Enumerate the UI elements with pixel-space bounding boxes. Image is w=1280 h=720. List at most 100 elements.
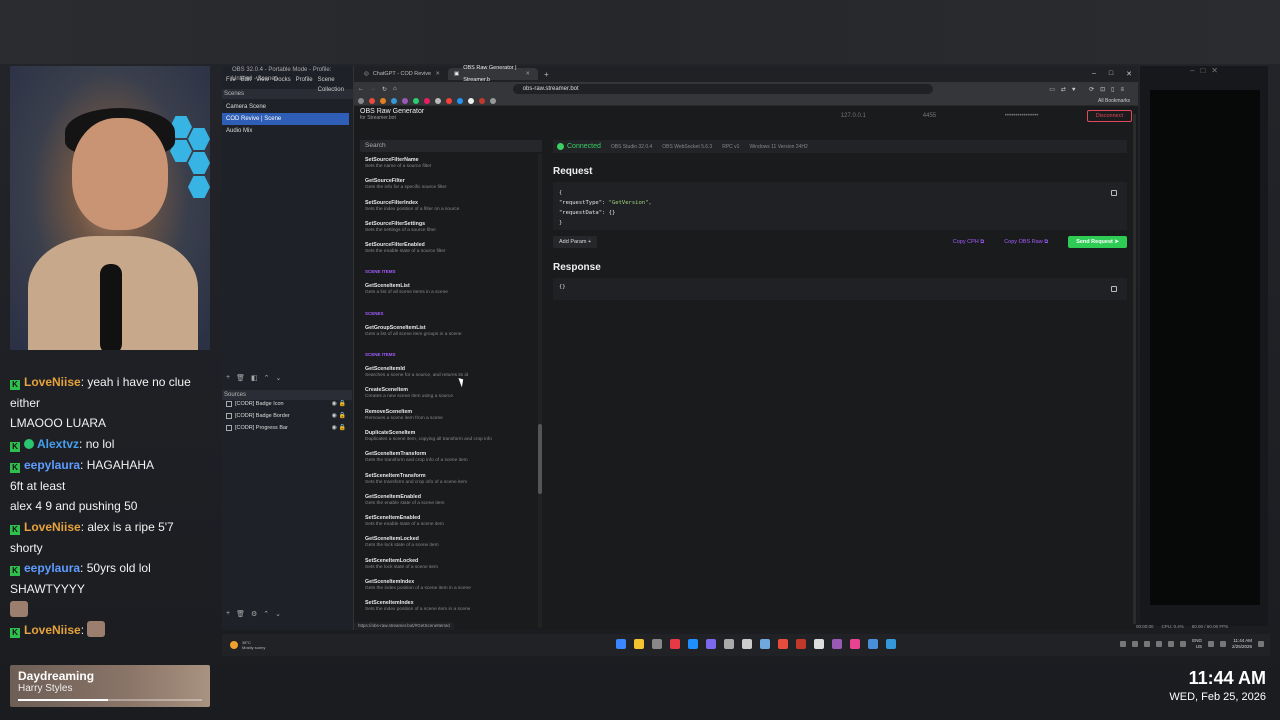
list-item[interactable]: SetSourceFilterIndex Sets the index posit… [360,197,536,218]
list-item[interactable]: GetSceneItemLocked Gets the lock state of… [360,533,536,554]
list-item[interactable]: GetSceneItemIndex Gets the index position… [360,576,536,597]
close-icon[interactable]: ✕ [435,68,440,80]
copy-obs-raw-button[interactable]: Copy OBS Raw ⧉ [1004,239,1048,246]
bookmark-icon[interactable] [424,97,430,104]
bookmark-icon[interactable] [457,97,463,104]
list-item[interactable]: SetSourceFilterEnabled Sets the enable st… [360,239,536,260]
tray-icon[interactable] [1156,641,1163,647]
obs-icon[interactable] [814,639,824,649]
gear-icon[interactable]: ⚙ [251,610,257,618]
trash-icon[interactable]: 🗑 [236,610,245,618]
up-icon[interactable]: ⌃ [264,374,270,382]
apps-icon[interactable] [358,97,364,104]
chevron-up-icon[interactable] [1120,641,1127,647]
list-item[interactable]: SetSourceFilterName Sets the name of a so… [360,154,536,175]
list-item[interactable]: GetSceneItemEnabled Gets the enable state… [360,491,536,512]
add-icon[interactable]: + [226,610,230,618]
app-icon[interactable] [742,639,752,649]
bookmark-icon[interactable] [369,97,375,104]
filter-icon[interactable]: ◧ [251,374,258,382]
request-editor[interactable]: { "requestType": "GetVersion", "requestD… [553,182,1127,230]
discord-icon[interactable] [706,639,716,649]
port-field[interactable]: 4455 [923,108,983,119]
minimize-icon[interactable]: – [1092,70,1096,78]
app-icon[interactable] [688,639,698,649]
app-icon[interactable] [652,639,662,649]
bookmark-icon[interactable] [435,97,441,104]
up-icon[interactable]: ⌃ [263,610,269,618]
app-icon[interactable] [796,639,806,649]
obs-menu-item[interactable]: File [226,75,236,85]
tray-icon[interactable] [1132,641,1139,647]
weather-widget[interactable]: 38°C Mostly sunny [230,640,265,650]
file-explorer-icon[interactable] [634,639,644,649]
tab-chatgpt[interactable]: ◎ ChatGPT - COD Revive ✕ [358,68,448,80]
source-item[interactable]: [CODR] Progress Bar ◉ 🔒 [222,422,352,434]
list-item[interactable]: GetSourceFilter Gets the info for a speci… [360,175,536,196]
copy-icon[interactable] [1111,286,1117,292]
list-item[interactable]: GetGroupSceneItemList Gets a list of all … [360,322,536,343]
language-indicator[interactable]: ENG US [1192,638,1202,650]
list-item[interactable]: SetSceneItemEnabled Sets the enable state… [360,512,536,533]
source-item[interactable]: [CODR] Badge Border ◉ 🔒 [222,410,352,422]
bookmark-icon[interactable] [380,97,386,104]
new-tab-icon[interactable]: + [544,70,549,79]
down-icon[interactable]: ⌄ [275,374,281,382]
bookmark-icon[interactable] [402,97,408,104]
add-icon[interactable]: + [226,374,230,382]
copy-cph-button[interactable]: Copy CPH ⧉ [953,239,984,246]
list-item[interactable]: GetSceneItemTransform Gets the transform … [360,448,536,469]
start-icon[interactable] [616,639,626,649]
disconnect-button[interactable]: Disconnect [1086,110,1132,122]
eye-icon[interactable]: ◉ 🔒 [332,398,346,410]
bookmark-icon[interactable] [391,97,397,104]
steam-icon[interactable] [724,639,734,649]
request-list-scrollbar[interactable] [538,154,542,628]
all-bookmarks[interactable]: All Bookmarks [1098,98,1130,104]
obs-menu-item[interactable]: Edit [241,75,251,85]
obs-menu-item[interactable]: View [256,75,269,85]
volume-icon[interactable] [1219,641,1226,647]
add-param-button[interactable]: Add Param + [553,236,598,248]
send-request-button[interactable]: Send Request ➤ [1068,236,1127,248]
tray-clock[interactable]: 11:44 AM 2/25/2026 [1232,638,1252,650]
bookmark-icon[interactable] [468,97,474,104]
list-item[interactable]: DuplicateSceneItem Duplicates a scene ite… [360,427,536,448]
bookmark-icon[interactable] [479,97,485,104]
tray-icon[interactable] [1144,641,1151,647]
list-item[interactable]: GetSceneItemList Gets a list of all scene… [360,280,536,301]
host-field[interactable]: 127.0.0.1 [841,108,901,119]
password-field[interactable]: •••••••••••••••• [1005,108,1065,119]
back-icon[interactable]: ← [358,86,364,92]
tray-icon[interactable] [1180,641,1187,647]
page-scrollbar[interactable] [1133,114,1136,624]
tray-icon[interactable] [1168,641,1175,647]
search-input[interactable]: Search [360,140,542,152]
source-item[interactable]: [CODR] Badge Icon ◉ 🔒 [222,398,352,410]
close-icon[interactable]: ✕ [525,68,530,80]
forward-icon[interactable]: → [370,86,376,92]
list-item[interactable]: GetSceneItemId Searches a scene for a sou… [360,363,536,384]
app-icon[interactable] [886,639,896,649]
scene-item[interactable]: Camera Scene [222,101,353,113]
app-icon[interactable] [832,639,842,649]
tab-obs-raw[interactable]: ▣ OBS Raw Generator | Streamer.b ✕ [448,65,538,83]
app-icon[interactable] [850,639,860,649]
trash-icon[interactable]: 🗑 [236,374,245,382]
list-item[interactable]: CreateSceneItem Creates a new scene item … [360,384,536,405]
list-item[interactable]: SetSceneItemTransform Sets the transform … [360,470,536,491]
home-icon[interactable]: ⌂ [393,86,397,92]
scene-item[interactable]: COD Revive | Scene [222,113,349,125]
obs-menu-item[interactable]: Scene Collection [318,75,353,93]
maximize-icon[interactable]: □ [1109,70,1113,78]
app-icon[interactable] [778,639,788,649]
wifi-icon[interactable] [1207,641,1214,647]
bookmark-icon[interactable] [490,97,496,104]
bookmark-icon[interactable] [446,97,452,104]
down-icon[interactable]: ⌄ [275,610,281,618]
app-icon[interactable] [868,639,878,649]
list-item[interactable]: SetSceneItemIndex Sets the index position… [360,597,536,618]
list-item[interactable]: SetSceneItemLocked Sets the lock state of… [360,555,536,576]
reload-icon[interactable]: ↻ [382,86,387,93]
notification-icon[interactable] [1258,641,1264,647]
